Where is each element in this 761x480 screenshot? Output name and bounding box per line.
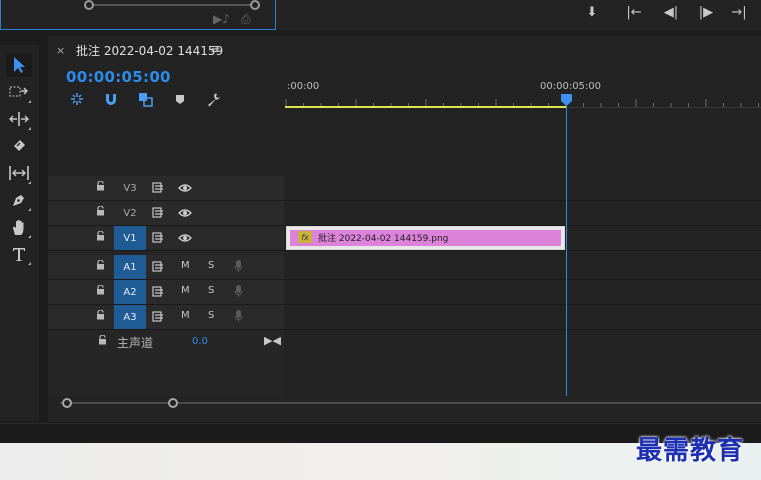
mute-button[interactable]: M <box>181 310 190 321</box>
lock-icon[interactable] <box>98 335 107 345</box>
marker-link-icon[interactable]: ⬇ <box>582 5 602 20</box>
program-monitor-controls: ⬇ |← ◀| |▶ →| <box>276 0 761 30</box>
selection-tool-icon[interactable] <box>6 53 32 77</box>
track-row-v2[interactable]: V2 <box>48 201 761 226</box>
work-area-bar[interactable] <box>285 106 566 108</box>
master-track-header <box>48 330 284 354</box>
pen-tool-icon[interactable] <box>6 188 32 212</box>
ruler-mid-label: 00:00:05:00 <box>540 81 602 92</box>
track-header: V3 <box>48 176 284 200</box>
eye-icon[interactable] <box>178 234 192 242</box>
track-select-tool-icon[interactable] <box>6 80 32 104</box>
zoom-scroll-handle-left[interactable] <box>62 398 72 408</box>
track-label-a2[interactable]: A2 <box>114 280 146 304</box>
master-track-label: 主声道 <box>117 336 154 350</box>
clip-name: 批注 2022-04-02 144159.png <box>318 234 449 244</box>
track-header: A1 M S <box>48 255 284 279</box>
fx-badge: fx <box>298 231 312 243</box>
track-row-a1[interactable]: A1 M S <box>48 255 761 280</box>
watermark-text: 最需教育 <box>636 436 745 466</box>
track-label-a3[interactable]: A3 <box>114 305 146 329</box>
sync-lock-icon[interactable] <box>152 182 165 193</box>
solo-button[interactable]: S <box>208 260 214 271</box>
track-header: V2 <box>48 201 284 225</box>
wrench-settings-icon[interactable] <box>205 91 221 107</box>
lock-icon[interactable] <box>96 181 105 191</box>
go-to-master-icon[interactable]: ▶◀ <box>264 334 281 347</box>
sequence-tab-title[interactable]: 批注 2022-04-02 144159 <box>76 42 223 59</box>
microphone-icon[interactable] <box>234 259 243 273</box>
panel-menu-icon[interactable]: ≡ <box>210 42 221 57</box>
track-row-v3[interactable]: V3 <box>48 176 761 201</box>
tools-panel <box>0 45 39 421</box>
eye-icon[interactable] <box>178 209 192 217</box>
eye-icon[interactable] <box>178 184 192 192</box>
step-back-icon[interactable]: ◀| <box>661 5 681 20</box>
master-volume-value[interactable]: 0.0 <box>192 336 208 347</box>
microphone-icon[interactable] <box>234 309 243 323</box>
sync-lock-icon[interactable] <box>152 232 165 243</box>
type-tool-icon[interactable] <box>6 242 32 266</box>
slip-tool-icon[interactable] <box>6 161 32 185</box>
razor-tool-icon[interactable] <box>6 134 32 158</box>
track-header: V1 <box>48 226 284 250</box>
zoom-scroll-handle-right[interactable] <box>250 0 260 10</box>
ripple-edit-tool-icon[interactable] <box>6 107 32 131</box>
lock-icon[interactable] <box>96 285 105 295</box>
lock-icon[interactable] <box>96 260 105 270</box>
track-label-v3[interactable]: V3 <box>114 176 146 200</box>
sync-lock-icon[interactable] <box>152 311 165 322</box>
solo-button[interactable]: S <box>208 310 214 321</box>
mute-button[interactable]: M <box>181 285 190 296</box>
lock-icon[interactable] <box>96 310 105 320</box>
playhead-line[interactable] <box>566 96 567 396</box>
export-frame-icon[interactable]: ⎙ <box>241 12 251 27</box>
playhead-timecode[interactable]: 00:00:05:00 <box>66 68 171 86</box>
track-header: A3 M S <box>48 305 284 329</box>
zoom-scroll-track[interactable] <box>89 4 255 6</box>
track-row-a2[interactable]: A2 M S <box>48 280 761 305</box>
step-forward-icon[interactable]: |▶ <box>696 5 716 20</box>
track-row-a3[interactable]: A3 M S <box>48 305 761 330</box>
lock-icon[interactable] <box>96 231 105 241</box>
linked-selection-icon[interactable] <box>137 91 153 107</box>
clip-body: fx 批注 2022-04-02 144159.png <box>290 230 561 246</box>
video-clip[interactable]: fx 批注 2022-04-02 144159.png <box>286 226 565 250</box>
ruler-start-label: :00:00 <box>287 81 320 92</box>
track-label-v1[interactable]: V1 <box>114 226 146 250</box>
snap-magnet-icon[interactable] <box>103 91 119 107</box>
sync-lock-icon[interactable] <box>152 286 165 297</box>
close-tab-button[interactable]: × <box>56 44 65 57</box>
source-monitor-panel: ▶♪ ⎙ <box>0 0 276 30</box>
go-to-out-icon[interactable]: →| <box>729 5 749 20</box>
timeline-zoom-scrollbar[interactable] <box>60 402 761 404</box>
hand-tool-icon[interactable] <box>6 215 32 239</box>
go-to-in-icon[interactable]: |← <box>624 5 644 20</box>
sync-lock-icon[interactable] <box>152 261 165 272</box>
lock-icon[interactable] <box>96 206 105 216</box>
track-empty-space <box>285 110 761 176</box>
sync-lock-icon[interactable] <box>152 207 165 218</box>
nest-icon[interactable] <box>69 91 85 107</box>
solo-button[interactable]: S <box>208 285 214 296</box>
microphone-icon[interactable] <box>234 284 243 298</box>
zoom-scroll-handle-right[interactable] <box>168 398 178 408</box>
track-label-v2[interactable]: V2 <box>114 201 146 225</box>
track-header: A2 M S <box>48 280 284 304</box>
track-label-a1[interactable]: A1 <box>114 255 146 279</box>
playhead-handle[interactable] <box>561 94 572 106</box>
zoom-scroll-handle-left[interactable] <box>84 0 94 10</box>
mute-button[interactable]: M <box>181 260 190 271</box>
add-marker-icon[interactable] <box>172 91 188 107</box>
audio-only-drag-icon[interactable]: ▶♪ <box>213 12 230 26</box>
